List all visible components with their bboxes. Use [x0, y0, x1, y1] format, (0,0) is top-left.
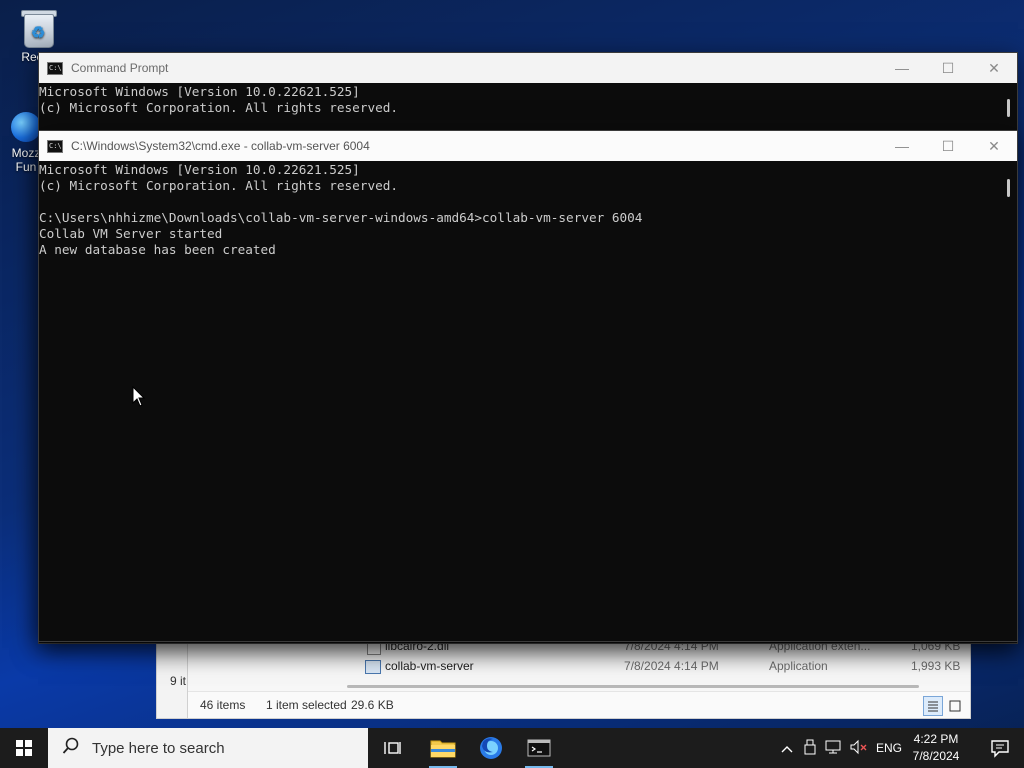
windows-logo-icon — [16, 740, 32, 756]
minimize-button[interactable]: — — [879, 131, 925, 161]
recycle-bin-icon: ♻ — [21, 8, 57, 48]
tiles-view-button[interactable] — [945, 696, 965, 716]
title-bar[interactable]: C:\ C:\Windows\System32\cmd.exe - collab… — [39, 131, 1017, 161]
close-button[interactable]: ✕ — [971, 131, 1017, 161]
system-tray: ENG — [776, 728, 902, 768]
item-count: 46 items — [200, 698, 246, 712]
firefox-taskbar-button[interactable] — [467, 728, 515, 768]
file-size: 1,993 KB — [911, 659, 961, 673]
close-button[interactable]: ✕ — [971, 53, 1017, 83]
tiles-view-icon — [949, 700, 961, 712]
file-explorer-taskbar-button[interactable] — [419, 728, 467, 768]
details-view-button[interactable] — [923, 696, 943, 716]
title-bar[interactable]: C:\ Command Prompt — ☐ ✕ — [39, 53, 1017, 83]
mouse-cursor-icon — [132, 386, 146, 407]
search-icon — [62, 737, 80, 760]
selection-info: 1 item selected — [266, 698, 347, 712]
firefox-icon — [480, 737, 502, 759]
terminal-taskbar-button[interactable] — [515, 728, 563, 768]
notification-center-button[interactable] — [990, 738, 1010, 758]
clock-time: 4:22 PM — [913, 732, 959, 746]
usb-device-icon[interactable] — [798, 739, 822, 758]
file-type: Application — [769, 659, 828, 673]
application-file-icon — [365, 660, 381, 674]
chevron-up-icon[interactable] — [776, 741, 798, 756]
window-title: Command Prompt — [71, 61, 169, 75]
file-name: collab-vm-server — [385, 659, 474, 673]
volume-muted-icon[interactable] — [846, 739, 872, 758]
cmd-icon: C:\ — [47, 61, 63, 75]
horizontal-scrollbar[interactable] — [347, 685, 919, 688]
clock-date: 7/8/2024 — [912, 749, 960, 763]
console-output[interactable]: Microsoft Windows [Version 10.0.22621.52… — [39, 161, 999, 641]
network-icon[interactable] — [822, 739, 846, 758]
firefox-icon — [11, 112, 41, 142]
command-prompt-window-front[interactable]: C:\ C:\Windows\System32\cmd.exe - collab… — [38, 130, 1018, 642]
selection-size: 29.6 KB — [351, 698, 394, 712]
window-title: C:\Windows\System32\cmd.exe - collab-vm-… — [71, 139, 370, 153]
vertical-scrollbar[interactable] — [999, 161, 1017, 641]
start-button[interactable] — [0, 728, 48, 768]
details-view-icon — [928, 701, 938, 712]
explorer-left-pane-fragment: 9 it — [156, 641, 188, 719]
explorer-status-bar: 46 items 1 item selected 29.6 KB — [187, 691, 970, 718]
cmd-icon: C:\ — [47, 139, 63, 153]
taskbar-search-box[interactable]: Type here to search — [48, 728, 368, 768]
terminal-icon — [527, 739, 551, 757]
taskbar: Type here to search ENG 4:22 PM 7/8/2024 — [0, 728, 1024, 768]
task-view-icon — [384, 742, 401, 754]
file-date: 7/8/2024 4:14 PM — [624, 659, 719, 673]
clock[interactable]: 4:22 PM 7/8/2024 — [906, 731, 966, 765]
scrollbar-thumb[interactable] — [1007, 179, 1010, 197]
folder-item-count-fragment: 9 it — [170, 674, 187, 688]
maximize-button[interactable]: ☐ — [925, 131, 971, 161]
notification-icon — [991, 740, 1009, 758]
search-placeholder: Type here to search — [92, 739, 225, 757]
language-indicator[interactable]: ENG — [876, 741, 902, 755]
maximize-button[interactable]: ☐ — [925, 53, 971, 83]
folder-icon — [430, 740, 456, 758]
minimize-button[interactable]: — — [879, 53, 925, 83]
file-row[interactable]: collab-vm-server 7/8/2024 4:14 PM Applic… — [187, 656, 970, 676]
task-view-button[interactable] — [368, 728, 416, 768]
scrollbar-thumb[interactable] — [1007, 99, 1010, 117]
